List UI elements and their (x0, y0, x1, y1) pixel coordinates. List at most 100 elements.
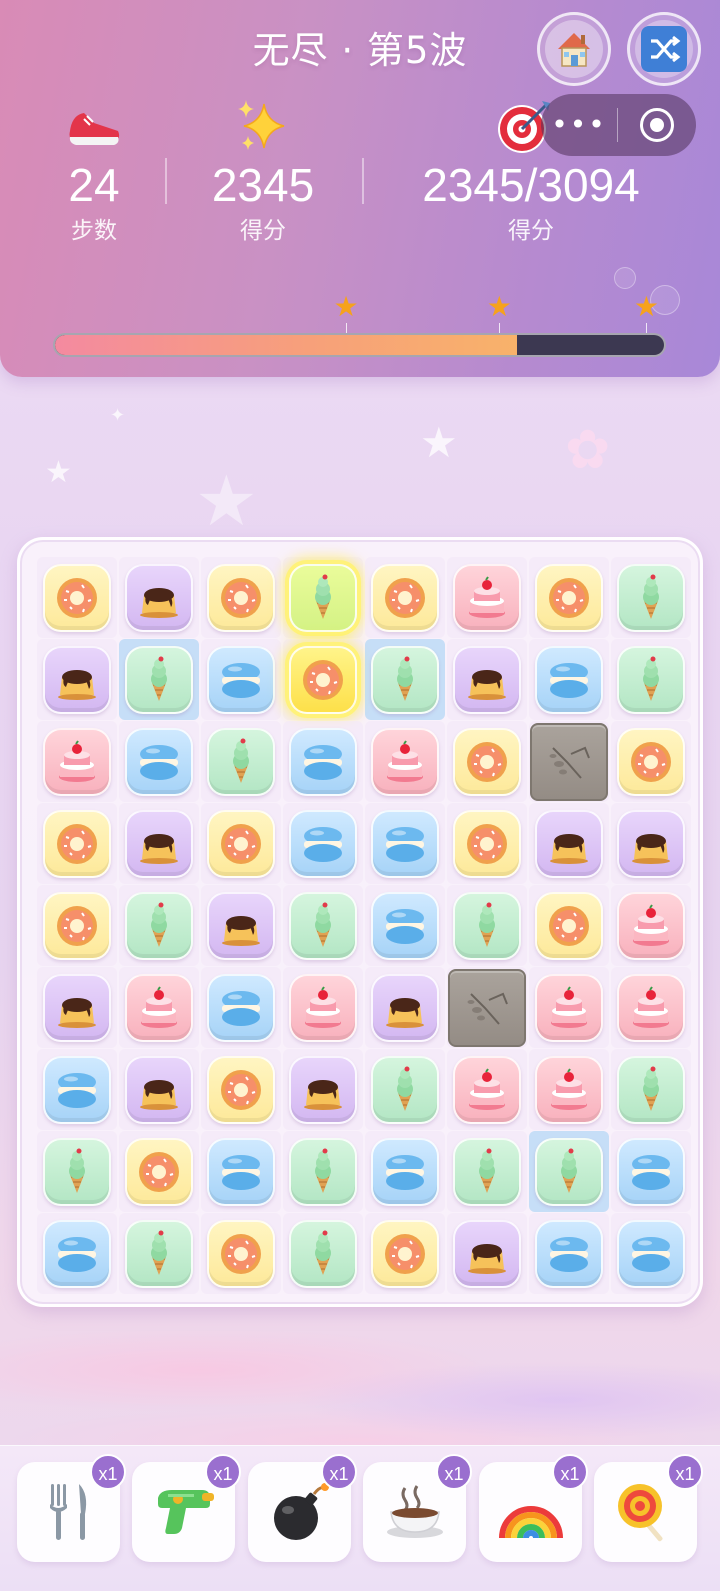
donut-tile-icon[interactable] (207, 1055, 275, 1124)
board-cell[interactable] (611, 1049, 691, 1130)
board-cell[interactable] (201, 1131, 281, 1212)
board-cell[interactable] (283, 885, 363, 966)
board-cell[interactable] (365, 721, 445, 802)
pudding-tile-icon[interactable] (453, 645, 521, 714)
icecream-tile-icon[interactable] (43, 1137, 111, 1206)
board-cell[interactable] (201, 967, 281, 1048)
icecream-tile-icon[interactable] (289, 1137, 357, 1206)
donut-tile-icon[interactable] (43, 809, 111, 878)
board-cell[interactable] (283, 721, 363, 802)
donut-tile-icon[interactable] (617, 727, 685, 796)
macaron-tile-icon[interactable] (289, 809, 357, 878)
macaron-tile-icon[interactable] (43, 1219, 111, 1288)
macaron-tile-icon[interactable] (617, 1219, 685, 1288)
icecream-tile-icon[interactable] (125, 1219, 193, 1288)
macaron-tile-icon[interactable] (371, 809, 439, 878)
icecream-tile-icon[interactable] (207, 727, 275, 796)
cake-tile-icon[interactable] (289, 973, 357, 1042)
donut-tile-icon[interactable] (371, 563, 439, 632)
powerup-hot-drink[interactable]: x1 (363, 1454, 472, 1562)
board-cell[interactable] (37, 557, 117, 638)
board-cell[interactable] (119, 1049, 199, 1130)
powerup-lollipop[interactable]: x1 (594, 1454, 703, 1562)
powerup-fork-knife[interactable]: x1 (17, 1454, 126, 1562)
board-cell[interactable] (447, 967, 527, 1048)
board-cell[interactable] (529, 1049, 609, 1130)
board-cell[interactable] (365, 803, 445, 884)
board-cell[interactable] (611, 721, 691, 802)
board-cell[interactable] (37, 1049, 117, 1130)
board-cell[interactable] (283, 1049, 363, 1130)
board-cell[interactable] (447, 885, 527, 966)
board-cell[interactable] (37, 967, 117, 1048)
board-cell[interactable] (37, 1213, 117, 1294)
icecream-tile-icon[interactable] (535, 1137, 603, 1206)
donut-tile-icon[interactable] (43, 891, 111, 960)
icecream-tile-icon[interactable] (289, 563, 357, 632)
macaron-tile-icon[interactable] (289, 727, 357, 796)
cake-tile-icon[interactable] (43, 727, 111, 796)
board-cell[interactable] (37, 885, 117, 966)
donut-tile-icon[interactable] (207, 1219, 275, 1288)
board-cell[interactable] (119, 721, 199, 802)
macaron-tile-icon[interactable] (43, 1055, 111, 1124)
icecream-tile-icon[interactable] (371, 645, 439, 714)
pudding-tile-icon[interactable] (453, 1219, 521, 1288)
icecream-tile-icon[interactable] (289, 1219, 357, 1288)
board-cell[interactable] (201, 1213, 281, 1294)
board-cell[interactable] (529, 803, 609, 884)
pudding-tile-icon[interactable] (43, 645, 111, 714)
board-cell[interactable] (201, 557, 281, 638)
close-mini-program-button[interactable] (618, 108, 696, 142)
board-cell[interactable] (611, 557, 691, 638)
board-cell[interactable] (119, 639, 199, 720)
board-cell[interactable] (37, 721, 117, 802)
board-cell[interactable] (201, 639, 281, 720)
board-cell[interactable] (611, 967, 691, 1048)
donut-tile-icon[interactable] (535, 563, 603, 632)
board-cell[interactable] (529, 557, 609, 638)
shuffle-button[interactable] (627, 12, 701, 86)
board-cell[interactable] (529, 639, 609, 720)
donut-tile-icon[interactable] (371, 1219, 439, 1288)
board-cell[interactable] (119, 885, 199, 966)
board-cell[interactable] (611, 803, 691, 884)
board-cell[interactable] (365, 1213, 445, 1294)
board-cell[interactable] (119, 557, 199, 638)
powerup-rainbow[interactable]: x1 (479, 1454, 588, 1562)
board-cell[interactable] (283, 803, 363, 884)
board-cell[interactable] (611, 885, 691, 966)
board-cell[interactable] (365, 557, 445, 638)
board-cell[interactable] (201, 1049, 281, 1130)
donut-tile-icon[interactable] (289, 645, 357, 714)
cake-tile-icon[interactable] (617, 891, 685, 960)
board-cell[interactable] (201, 721, 281, 802)
macaron-tile-icon[interactable] (125, 727, 193, 796)
board-cell[interactable] (529, 721, 609, 802)
cake-tile-icon[interactable] (617, 973, 685, 1042)
board-cell[interactable] (37, 803, 117, 884)
donut-tile-icon[interactable] (535, 891, 603, 960)
board-cell[interactable] (447, 1213, 527, 1294)
board-cell[interactable] (283, 639, 363, 720)
board-cell[interactable] (119, 803, 199, 884)
board-cell[interactable] (365, 967, 445, 1048)
board-cell[interactable] (37, 1131, 117, 1212)
donut-tile-icon[interactable] (207, 809, 275, 878)
icecream-tile-icon[interactable] (453, 891, 521, 960)
macaron-tile-icon[interactable] (207, 645, 275, 714)
board-cell[interactable] (365, 639, 445, 720)
macaron-tile-icon[interactable] (617, 1137, 685, 1206)
board-cell[interactable] (447, 639, 527, 720)
pudding-tile-icon[interactable] (207, 891, 275, 960)
board-cell[interactable] (611, 1213, 691, 1294)
macaron-tile-icon[interactable] (535, 645, 603, 714)
icecream-tile-icon[interactable] (289, 891, 357, 960)
icecream-tile-icon[interactable] (125, 891, 193, 960)
icecream-tile-icon[interactable] (453, 1137, 521, 1206)
icecream-tile-icon[interactable] (125, 645, 193, 714)
board-cell[interactable] (201, 885, 281, 966)
macaron-tile-icon[interactable] (371, 891, 439, 960)
board-cell[interactable] (119, 967, 199, 1048)
board-cell[interactable] (283, 967, 363, 1048)
